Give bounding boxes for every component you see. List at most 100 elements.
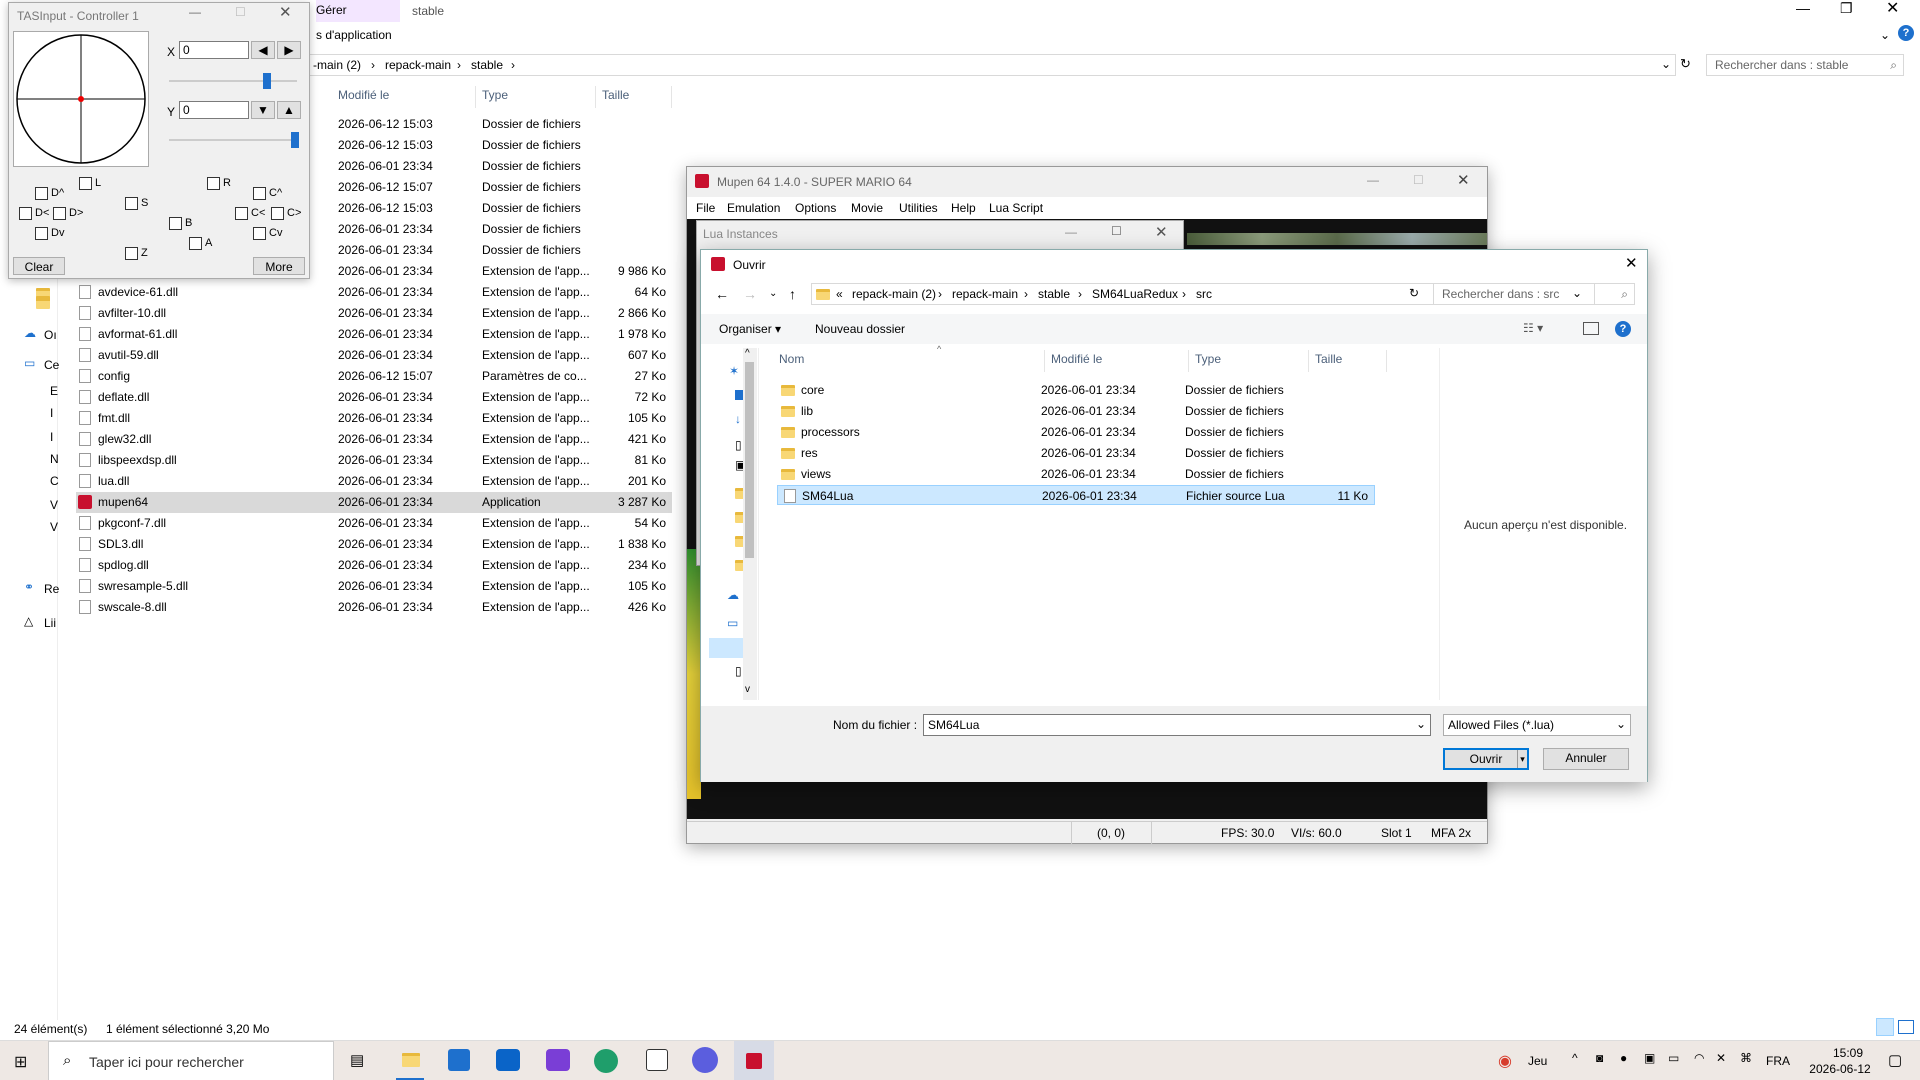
breadcrumb-item[interactable]: -main (2) — [313, 58, 361, 72]
nav-item-label[interactable]: E — [50, 384, 58, 398]
column-header-type[interactable]: Type — [1189, 350, 1309, 372]
onenote-icon[interactable] — [546, 1049, 570, 1071]
nav-item-label[interactable]: V — [50, 520, 58, 534]
ribbon-app-tools-label[interactable]: s d'application — [316, 28, 392, 42]
checkbox-box[interactable] — [125, 247, 138, 260]
nav-item-label[interactable]: Ce — [44, 358, 59, 372]
file-row[interactable]: avfilter-10.dll 2026-06-01 23:34 Extension… — [76, 303, 672, 324]
scroll-thumb[interactable] — [745, 362, 754, 558]
x-slider-thumb[interactable] — [263, 73, 271, 89]
nav-item-label[interactable]: I — [50, 406, 53, 420]
mupen-taskbar-button[interactable] — [734, 1041, 774, 1080]
ribbon-manage-tab[interactable]: Gérer — [316, 0, 400, 22]
column-header-name[interactable]: Nom — [773, 350, 1045, 372]
notification-icon[interactable]: ▢ — [1888, 1051, 1902, 1069]
microphone-icon[interactable]: ● — [1620, 1051, 1627, 1065]
column-header-type[interactable]: Type — [476, 86, 596, 108]
minimize-icon[interactable]: — — [1796, 0, 1810, 16]
nav-item-label[interactable]: Re — [44, 582, 59, 596]
nav-item-label[interactable]: I — [50, 430, 53, 444]
file-row[interactable]: pkgconf-7.dll 2026-06-01 23:34 Extension d… — [76, 513, 672, 534]
close-icon[interactable]: ✕ — [279, 3, 292, 21]
dialog-list-row[interactable]: res 2026-06-01 23:34 Dossier de fichiers — [777, 443, 1375, 463]
breadcrumb-item[interactable]: repack-main (2) — [852, 287, 936, 301]
help-icon[interactable]: ? — [1898, 25, 1914, 41]
checkbox-box[interactable] — [35, 227, 48, 240]
scroll-up-icon[interactable]: ^ — [745, 348, 750, 359]
x-decrement-button[interactable]: ◀ — [251, 41, 275, 59]
back-arrow-icon[interactable]: ← — [715, 286, 729, 302]
dialog-list-row[interactable]: lib 2026-06-01 23:34 Dossier de fichiers — [777, 401, 1375, 421]
minimize-icon[interactable]: — — [1367, 173, 1379, 187]
menu-file[interactable]: File — [696, 201, 715, 215]
store-icon[interactable] — [448, 1049, 470, 1071]
wifi-icon[interactable]: ◠ — [1694, 1051, 1704, 1065]
details-view-icon[interactable] — [1876, 1018, 1894, 1036]
new-folder-button[interactable]: Nouveau dossier — [815, 322, 905, 336]
battery-icon[interactable]: ▭ — [1668, 1051, 1679, 1065]
nav-item-label[interactable]: Oı — [44, 328, 57, 342]
organize-button[interactable]: Organiser ▾ — [719, 322, 781, 336]
close-icon[interactable]: ✕ — [1625, 254, 1638, 272]
checkbox-box[interactable] — [271, 207, 284, 220]
nav-item-label[interactable]: Lii — [44, 616, 56, 630]
menu-movie[interactable]: Movie — [851, 201, 883, 215]
cancel-button[interactable]: Annuler — [1543, 748, 1629, 770]
checkbox-box[interactable] — [19, 207, 32, 220]
forward-arrow-icon[interactable]: → — [743, 286, 757, 302]
checkbox-box[interactable] — [189, 237, 202, 250]
checkbox-box[interactable] — [79, 177, 92, 190]
messaging-app-icon[interactable] — [692, 1047, 718, 1073]
checkbox-box[interactable] — [253, 227, 266, 240]
maximize-icon[interactable]: ☐ — [1413, 173, 1424, 187]
chevron-down-icon[interactable]: ⌄ — [1416, 717, 1426, 731]
clock-time[interactable]: 15:09 — [1816, 1046, 1880, 1060]
open-dropdown-icon[interactable]: ▾ — [1517, 750, 1527, 768]
column-header-modified[interactable]: Modifié le — [332, 86, 476, 108]
file-row[interactable]: avutil-59.dll 2026-06-01 23:34 Extension d… — [76, 345, 672, 366]
checkbox-box[interactable] — [169, 217, 182, 230]
dialog-list-row[interactable]: SM64Lua 2026-06-01 23:34 Fichier source Lu… — [777, 485, 1375, 505]
column-header-size[interactable]: Taille — [1309, 350, 1387, 372]
close-icon[interactable]: ✕ — [1886, 0, 1899, 18]
file-row[interactable]: fmt.dll 2026-06-01 23:34 Extension de l'ap… — [76, 408, 672, 429]
dialog-list-row[interactable]: core 2026-06-01 23:34 Dossier de fichiers — [777, 380, 1375, 400]
refresh-icon[interactable]: ↻ — [1409, 286, 1419, 300]
edge-icon[interactable] — [594, 1049, 618, 1073]
breadcrumb-item[interactable]: repack-main — [952, 287, 1018, 301]
checkbox-box[interactable] — [207, 177, 220, 190]
chevron-down-icon[interactable]: ⌄ — [769, 288, 777, 299]
file-row[interactable]: SDL3.dll 2026-06-01 23:34 Extension de l'a… — [76, 534, 672, 555]
file-row[interactable]: swresample-5.dll 2026-06-01 23:34 Extensio… — [76, 576, 672, 597]
file-row[interactable]: glew32.dll 2026-06-01 23:34 Extension de l… — [76, 429, 672, 450]
file-row[interactable]: spdlog.dll 2026-06-01 23:34 Extension de l… — [76, 555, 672, 576]
volume-muted-icon[interactable]: ✕ — [1716, 1051, 1726, 1065]
scroll-down-icon[interactable]: v — [745, 684, 750, 695]
maximize-icon[interactable]: ☐ — [235, 5, 246, 19]
column-header-size[interactable]: Taille — [596, 86, 672, 108]
help-icon[interactable]: ? — [1615, 321, 1631, 337]
windows-start-icon[interactable]: ⊞ — [14, 1052, 27, 1072]
language-indicator[interactable]: FRA — [1766, 1054, 1790, 1068]
view-options-icon[interactable]: ☷ ▾ — [1523, 321, 1543, 335]
column-header-modified[interactable]: Modifié le — [1045, 350, 1189, 372]
notepad-icon[interactable] — [646, 1049, 668, 1071]
tiles-view-icon[interactable] — [1898, 1020, 1914, 1034]
up-arrow-icon[interactable]: ↑ — [789, 286, 796, 302]
checkbox-box[interactable] — [235, 207, 248, 220]
weather-icon[interactable]: ◉ — [1498, 1051, 1512, 1071]
file-explorer-taskbar-icon[interactable] — [396, 1047, 424, 1071]
file-row[interactable]: avdevice-61.dll 2026-06-01 23:34 Extension… — [76, 282, 672, 303]
maximize-icon[interactable]: ❐ — [1840, 0, 1853, 17]
close-icon[interactable]: ✕ — [1155, 223, 1168, 241]
file-row[interactable]: lua.dll 2026-06-01 23:34 Extension de l'ap… — [76, 471, 672, 492]
minimize-icon[interactable]: — — [189, 5, 201, 19]
menu-utilities[interactable]: Utilities — [899, 201, 938, 215]
close-icon[interactable]: ✕ — [1457, 171, 1470, 189]
file-row[interactable]: deflate.dll 2026-06-01 23:34 Extension de … — [76, 387, 672, 408]
x-input[interactable]: 0 — [179, 41, 249, 59]
nav-scrollbar[interactable]: ^ v — [743, 348, 757, 700]
chevron-up-icon[interactable]: ^ — [1572, 1051, 1578, 1065]
outlook-icon[interactable] — [496, 1049, 520, 1071]
nav-item-label[interactable]: N — [50, 452, 59, 466]
